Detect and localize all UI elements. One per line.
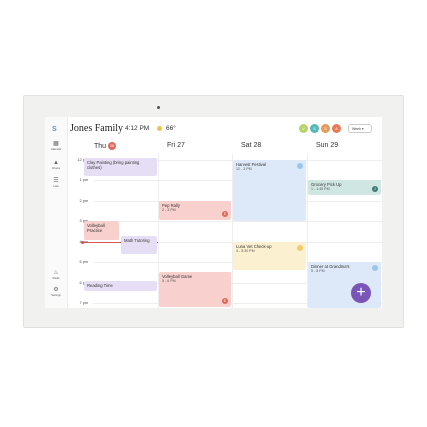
day-header-sun: Sun 29 <box>316 142 339 149</box>
sidebar: S ▦ Calendar ▲ Chores ☰ Lists ♨ Meals ⚙ … <box>45 117 68 308</box>
event-volleyball-practice[interactable]: Volleyball Practice <box>84 221 119 240</box>
event-volleyball-game[interactable]: Volleyball Game 5 - 6 PM E <box>159 272 231 307</box>
event-reading-time[interactable]: Reading Time <box>84 281 157 291</box>
event-title: Reading Time <box>87 283 113 288</box>
event-time: 5 - 8 PM <box>311 269 325 273</box>
app-logo: S <box>52 126 57 133</box>
event-grocery-pick-up[interactable]: Grocery Pick Up 1 - 1:45 PM J <box>308 180 381 195</box>
temperature: 66° <box>166 125 176 132</box>
event-owner-badge <box>297 163 303 169</box>
event-owner-badge <box>372 265 378 271</box>
sidebar-item-lists[interactable]: ☰ Lists <box>45 178 67 188</box>
event-time: 5 - 6 PM <box>162 279 176 283</box>
event-owner-badge: J <box>372 186 378 192</box>
sidebar-item-settings[interactable]: ⚙ Settings <box>45 287 67 297</box>
day-header-thu: Thu 26 <box>94 142 117 150</box>
event-time: 4 - 5:30 PM <box>236 249 255 253</box>
day-header-sat: Sat 28 <box>241 142 262 149</box>
event-pep-rally[interactable]: Pep Rally 2 - 3 PM E <box>159 201 231 220</box>
event-clay-painting[interactable]: Clay Painting (bring painting clothes) <box>84 158 157 176</box>
event-time: 2 - 3 PM <box>162 208 176 212</box>
hour-label: 1 pm <box>79 178 88 182</box>
chores-icon: ▲ <box>53 160 59 166</box>
sidebar-item-label: Settings <box>51 294 61 297</box>
event-time: 12 - 3 PM <box>236 167 252 171</box>
event-math-tutoring[interactable]: Math Tutoring <box>121 236 157 254</box>
clock: 4:12 PM <box>125 125 150 132</box>
event-owner-badge: E <box>222 211 228 217</box>
event-owner-badge <box>297 245 303 251</box>
calendar-icon: ▦ <box>53 141 59 147</box>
settings-icon: ⚙ <box>53 287 59 293</box>
hour-label: 5 pm <box>79 260 88 264</box>
week-grid: 12 pm 1 pm 2 pm 3 pm 4 pm 5 pm 6 pm 7 pm… <box>67 154 382 308</box>
view-select[interactable]: Week ▾ <box>348 124 372 133</box>
family-name: Jones Family <box>70 123 124 134</box>
meals-icon: ♨ <box>53 270 59 276</box>
calendar-screen: S ▦ Calendar ▲ Chores ☰ Lists ♨ Meals ⚙ … <box>45 117 382 308</box>
event-title: Math Tutoring <box>124 238 150 243</box>
event-dinner-at-grandmas[interactable]: Dinner at Grandma's 5 - 8 PM <box>308 262 381 308</box>
avatar[interactable]: V <box>299 124 308 133</box>
sidebar-item-label: Calendar <box>50 148 62 151</box>
sidebar-item-meals[interactable]: ♨ Meals <box>45 270 67 280</box>
sidebar-item-calendar[interactable]: ▦ Calendar <box>45 141 67 151</box>
sidebar-item-label: Lists <box>53 185 59 188</box>
avatar[interactable]: S <box>310 124 319 133</box>
event-time: 1 - 1:45 PM <box>311 187 330 191</box>
add-event-button[interactable]: + <box>351 283 371 303</box>
sidebar-item-chores[interactable]: ▲ Chores <box>45 160 67 170</box>
event-title: Volleyball Practice <box>87 223 105 233</box>
header: Jones Family 4:12 PM 66° V S S A Week ▾ <box>67 117 382 139</box>
avatar[interactable]: S <box>321 124 330 133</box>
event-title: Clay Painting (bring painting clothes) <box>87 160 140 170</box>
hour-label: 7 pm <box>79 301 88 305</box>
hour-label: 2 pm <box>79 199 88 203</box>
avatar[interactable]: A <box>332 124 341 133</box>
camera-dot <box>157 106 160 109</box>
event-owner-badge: E <box>222 298 228 304</box>
view-select-value: Week <box>352 127 361 131</box>
event-luna-vet-checkup[interactable]: Luna Vet Check-up 4 - 5:30 PM <box>233 242 306 270</box>
event-harvest-festival[interactable]: Harvest Festival 12 - 3 PM <box>233 160 306 221</box>
sidebar-item-label: Chores <box>51 167 61 170</box>
sun-icon <box>157 126 162 131</box>
day-header-fri: Fri 27 <box>167 142 185 149</box>
lists-icon: ☰ <box>53 178 59 184</box>
day-label: Thu <box>94 142 107 150</box>
hour-line <box>93 221 382 222</box>
today-badge: 26 <box>108 142 117 150</box>
sidebar-item-label: Meals <box>52 277 60 280</box>
